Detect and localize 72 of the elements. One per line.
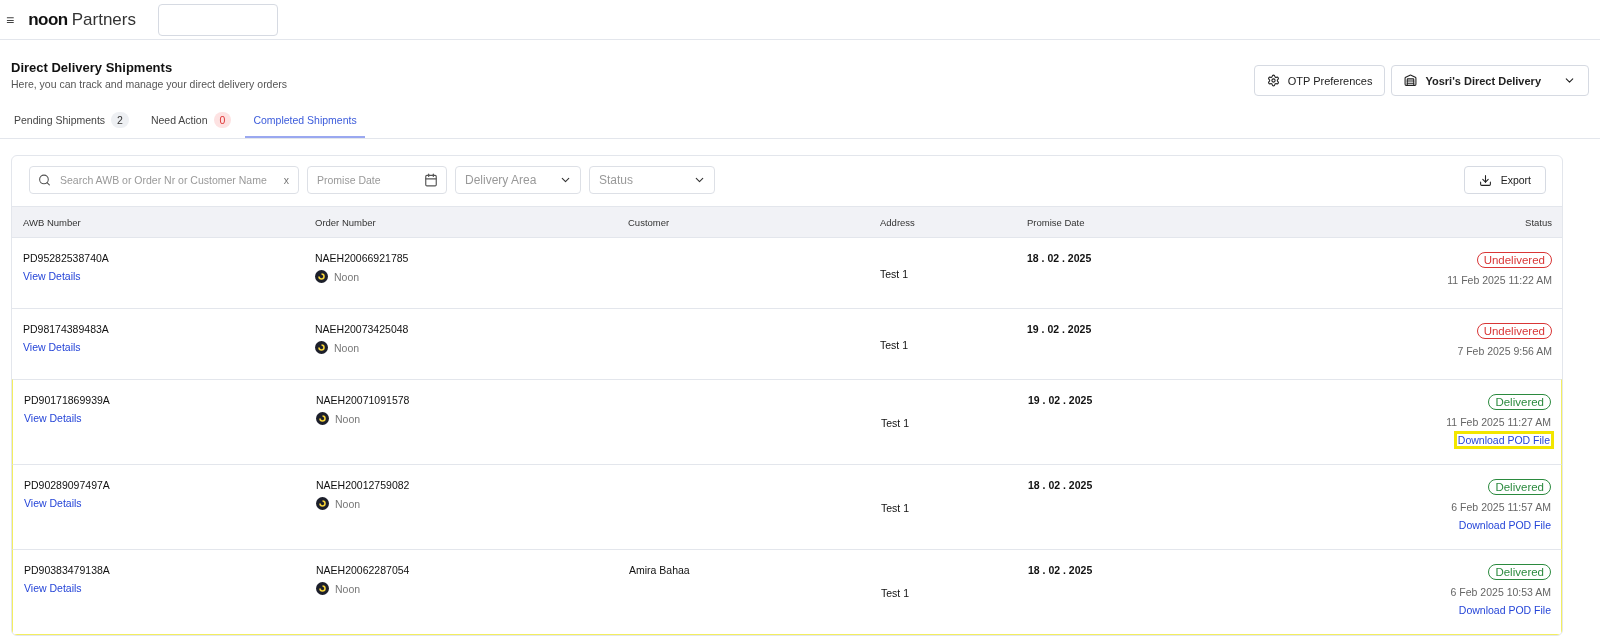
order-number: NAEH20012759082 (316, 479, 411, 491)
page-subtitle: Here, you can track and manage your direct delivery orders (11, 78, 288, 90)
tab[interactable]: Pending Shipments 2 (6, 106, 137, 138)
status-timestamp: 11 Feb 2025 11:22 AM (1447, 274, 1552, 286)
count-badge: 2 (111, 112, 129, 128)
promise-date: 18 . 02 . 2025 (1028, 479, 1094, 491)
download-pod-link[interactable]: Download POD File (1456, 434, 1551, 446)
status-timestamp: 6 Feb 2025 10:53 AM (1450, 586, 1551, 598)
otp-preferences-button[interactable]: OTP Preferences (1253, 65, 1386, 96)
order-number: NAEH20066921785 (315, 252, 410, 264)
view-details-link[interactable]: View Details (24, 497, 316, 509)
column-header: Customer (628, 216, 671, 228)
order-number: NAEH20062287054 (316, 564, 411, 576)
status-timestamp: 6 Feb 2025 11:57 AM (1451, 501, 1551, 513)
clear-icon[interactable]: x (283, 174, 289, 186)
dropdown-field[interactable]: Status (589, 166, 715, 194)
awb-number: PD90383479138A (24, 564, 111, 576)
date-field[interactable]: Promise Date (307, 166, 447, 194)
seller-logo-icon (315, 270, 328, 283)
status-timestamp: 7 Feb 2025 9:56 AM (1457, 345, 1552, 357)
download-pod-link[interactable]: Download POD File (1458, 519, 1551, 531)
seller-logo-icon (315, 341, 328, 354)
view-details-link[interactable]: View Details (23, 341, 315, 353)
export-button[interactable]: Export (1463, 166, 1546, 194)
seller-name: Noon (335, 497, 361, 510)
view-details-link[interactable]: View Details (24, 412, 316, 424)
column-header: Address (880, 216, 916, 228)
dropdown-field[interactable]: Delivery Area (455, 166, 581, 194)
download-pod-link[interactable]: Download POD File (1458, 604, 1551, 616)
address: Test 1 (880, 339, 909, 351)
customer-name: Amira Bahaa (629, 564, 691, 576)
promise-date: 18 . 02 . 2025 (1028, 564, 1094, 576)
search-icon (38, 173, 51, 187)
order-number: NAEH20071091578 (316, 394, 411, 406)
status-timestamp: 11 Feb 2025 11:27 AM (1446, 416, 1551, 428)
address: Test 1 (881, 587, 910, 599)
column-header: AWB Number (23, 216, 82, 228)
promise-date: 19 . 02 . 2025 (1027, 323, 1093, 335)
count-badge: 0 (213, 112, 232, 128)
tab[interactable]: Need Action 0 (142, 106, 240, 138)
promise-date: 19 . 02 . 2025 (1028, 394, 1094, 406)
address: Test 1 (880, 268, 909, 280)
header-field[interactable] (157, 3, 278, 36)
awb-number: PD90289097497A (24, 479, 111, 491)
tab[interactable]: Completed Shipments (245, 106, 365, 138)
order-number: NAEH20073425048 (315, 323, 410, 335)
calendar-icon (424, 173, 438, 187)
menu-icon[interactable]: ≡ (6, 11, 15, 28)
store-select[interactable]: Yosri's Direct Delivery (1391, 65, 1589, 96)
view-details-link[interactable]: View Details (23, 270, 315, 282)
settings-icon (1266, 74, 1280, 87)
view-details-link[interactable]: View Details (24, 582, 316, 594)
seller-name: Noon (335, 582, 361, 595)
promise-date: 18 . 02 . 2025 (1027, 252, 1093, 264)
seller-logo-icon (316, 412, 329, 425)
seller-name: Noon (334, 270, 360, 283)
seller-name: Noon (334, 341, 360, 354)
address: Test 1 (881, 502, 910, 514)
seller-logo-icon (316, 497, 329, 510)
seller-logo-icon (316, 582, 329, 595)
column-header: Promise Date (1027, 216, 1086, 228)
awb-number: PD95282538740A (23, 252, 110, 264)
brand-logo: noon Partners (28, 9, 136, 30)
column-header: Status (1524, 216, 1552, 228)
awb-number: PD98174389483A (23, 323, 110, 335)
awb-number: PD90171869939A (24, 394, 111, 406)
seller-name: Noon (335, 412, 361, 425)
page-title: Direct Delivery Shipments (11, 60, 174, 75)
warehouse-icon (1404, 74, 1418, 87)
address: Test 1 (881, 417, 910, 429)
download-icon (1478, 173, 1492, 187)
column-header: Order Number (315, 216, 377, 228)
